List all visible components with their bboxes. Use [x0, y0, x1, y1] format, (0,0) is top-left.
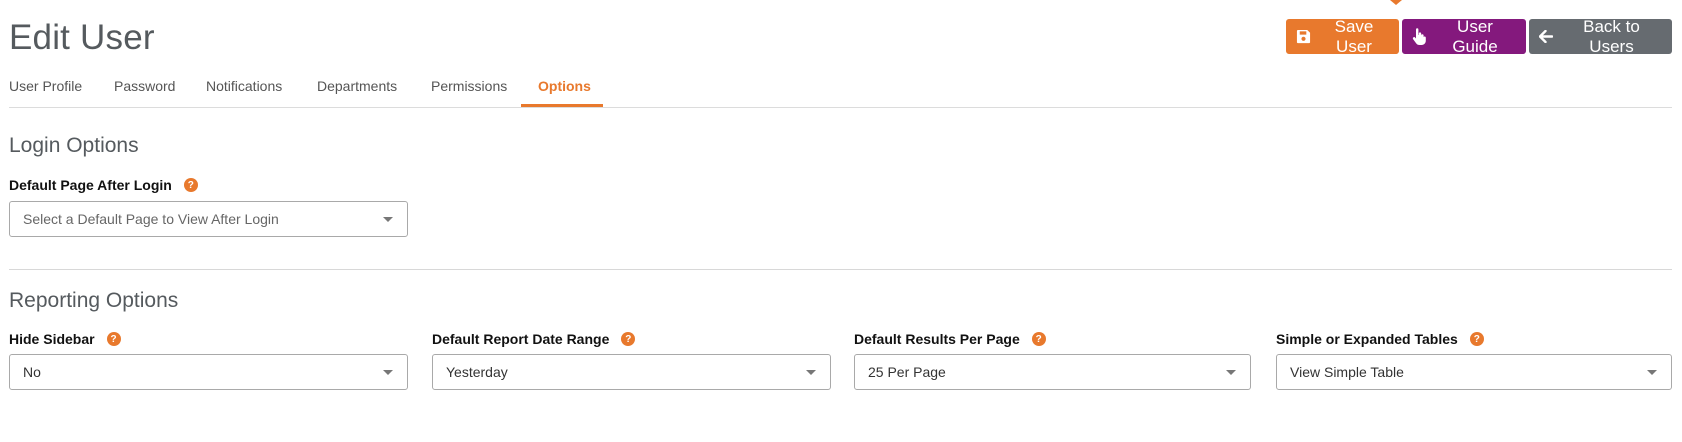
help-icon[interactable]: ? — [106, 332, 121, 346]
default-page-label: Default Page After Login ? — [9, 177, 198, 193]
table-style-select[interactable]: View Simple Table — [1276, 354, 1672, 390]
results-per-page-value: 25 Per Page — [868, 364, 946, 380]
login-options-title: Login Options — [9, 134, 139, 157]
default-page-placeholder: Select a Default Page to View After Logi… — [23, 211, 279, 227]
tab-bar: User Profile Password Notifications Depa… — [9, 78, 1672, 108]
chevron-down-icon — [1226, 370, 1236, 375]
back-to-users-button[interactable]: Back to Users — [1529, 16, 1672, 56]
indicator-caret — [1390, 0, 1402, 5]
arrow-left-icon — [1539, 30, 1553, 43]
hide-sidebar-value: No — [23, 364, 41, 380]
section-divider — [9, 269, 1672, 270]
tab-departments[interactable]: Departments — [317, 78, 397, 108]
tab-permissions[interactable]: Permissions — [431, 78, 507, 108]
table-style-label-text: Simple or Expanded Tables — [1276, 331, 1458, 347]
table-style-label: Simple or Expanded Tables ? — [1276, 331, 1484, 347]
chevron-down-icon — [383, 370, 393, 375]
header-actions: Save User User Guide Back to Users — [1286, 16, 1672, 56]
save-icon — [1296, 29, 1311, 44]
report-date-range-label: Default Report Date Range ? — [432, 331, 636, 347]
results-per-page-select[interactable]: 25 Per Page — [854, 354, 1251, 390]
back-to-users-label: Back to Users — [1583, 16, 1640, 56]
results-per-page-label: Default Results Per Page ? — [854, 331, 1046, 347]
tab-password[interactable]: Password — [114, 78, 175, 108]
user-guide-button[interactable]: User Guide — [1402, 16, 1526, 56]
report-date-range-label-text: Default Report Date Range — [432, 331, 610, 347]
tab-user-profile[interactable]: User Profile — [9, 78, 82, 108]
pointer-hand-icon — [1412, 28, 1426, 45]
chevron-down-icon — [1647, 370, 1657, 375]
help-icon[interactable]: ? — [1031, 332, 1046, 346]
results-per-page-label-text: Default Results Per Page — [854, 331, 1020, 347]
save-user-button[interactable]: Save User — [1286, 16, 1399, 56]
report-date-range-select[interactable]: Yesterday — [432, 354, 831, 390]
default-page-select[interactable]: Select a Default Page to View After Logi… — [9, 201, 408, 237]
table-style-value: View Simple Table — [1290, 364, 1404, 380]
default-page-label-text: Default Page After Login — [9, 177, 172, 193]
active-tab-indicator — [521, 104, 603, 107]
user-guide-label: User Guide — [1452, 16, 1498, 56]
chevron-down-icon — [383, 217, 393, 222]
help-icon[interactable]: ? — [183, 178, 198, 192]
save-user-label: Save User — [1334, 16, 1374, 56]
hide-sidebar-label: Hide Sidebar ? — [9, 331, 121, 347]
report-date-range-value: Yesterday — [446, 364, 508, 380]
hide-sidebar-select[interactable]: No — [9, 354, 408, 390]
help-icon[interactable]: ? — [621, 332, 636, 346]
reporting-options-title: Reporting Options — [9, 289, 179, 312]
page-title: Edit User — [9, 18, 155, 57]
help-icon[interactable]: ? — [1469, 332, 1484, 346]
hide-sidebar-label-text: Hide Sidebar — [9, 331, 95, 347]
chevron-down-icon — [806, 370, 816, 375]
tab-notifications[interactable]: Notifications — [206, 78, 282, 108]
